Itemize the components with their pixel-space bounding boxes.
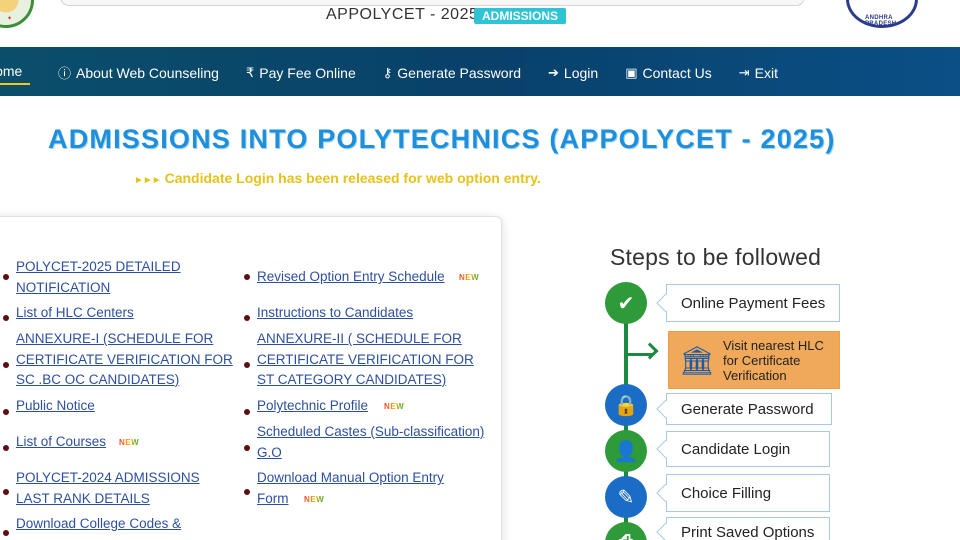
nav-label: Contact Us [642, 64, 712, 81]
link-list-of-courses[interactable]: List of Courses [16, 432, 126, 453]
link-public-notice[interactable]: Public Notice [16, 396, 216, 417]
nav-label: Login [563, 64, 599, 81]
bullet-icon [244, 489, 250, 495]
left-logo: ✦ [0, 0, 34, 28]
edit-icon: ✎ [605, 476, 647, 518]
admissions-badge: ADMISSIONS [474, 8, 567, 24]
sign-in-icon: ➔ [548, 64, 559, 80]
steps-title: Steps to be followed [610, 244, 822, 270]
nav-label: Exit [754, 64, 778, 81]
bullet-icon [3, 274, 9, 280]
step-visit-hlc: 🏛 Visit nearest HLC for Certificate Veri… [668, 331, 840, 389]
nav-login[interactable]: ➔ Login [548, 63, 598, 82]
nav-home-active-indicator [0, 83, 30, 85]
link-hlc-centers[interactable]: List of HLC Centers [16, 303, 216, 324]
step-label: Candidate Login [681, 440, 791, 458]
nav-contact-us[interactable]: ▣ Contact Us [625, 63, 712, 82]
step-label: Print Saved Options [681, 523, 815, 540]
page-title: ADMISSIONS INTO POLYTECHNICS (APPOLYCET … [48, 124, 836, 154]
header-title: APPOLYCET - 2025 [326, 6, 479, 23]
step-label: Generate Password [681, 400, 814, 418]
bullet-icon [3, 315, 9, 321]
new-badge: NEW [459, 273, 480, 282]
link-download-manual-option-entry-form[interactable]: Download Manual Option Entry Form [257, 468, 457, 509]
step-label: Visit nearest HLC for Certificate Verifi… [723, 337, 824, 383]
link-instructions-to-candidates[interactable]: Instructions to Candidates [257, 303, 457, 324]
step-label: Choice Filling [681, 484, 772, 502]
contact-card-icon: ▣ [625, 64, 638, 80]
marquee-text[interactable]: Candidate Login has been released for we… [165, 170, 541, 186]
nav-items: ⓘ About Web Counseling ₹ Pay Fee Online … [58, 63, 778, 82]
new-badge: NEW [384, 402, 405, 411]
nav-label: Pay Fee Online [259, 64, 356, 81]
bullet-icon [244, 445, 250, 451]
check-icon: ✔ [605, 282, 647, 324]
sign-out-icon: ⇥ [738, 64, 750, 80]
bullet-icon [3, 445, 9, 451]
nav-home-label: Home [0, 63, 23, 79]
bullet-icon [244, 274, 250, 280]
step-choice-filling: Choice Filling [666, 474, 830, 512]
info-icon: ⓘ [58, 66, 72, 81]
link-sc-sub-classification-go[interactable]: Scheduled Castes (Sub-classification) G.… [257, 422, 487, 463]
nav-label: About Web Counseling [76, 64, 219, 81]
bullet-icon [3, 530, 9, 536]
right-logo: ANDHRA PRADESH [846, 0, 918, 28]
rupee-icon: ₹ [245, 64, 255, 80]
link-polytechnic-profile[interactable]: Polytechnic Profile [257, 396, 382, 417]
marquee-arrows: ►►► [134, 175, 162, 186]
new-badge: NEW [304, 495, 325, 504]
nav-about-web-counseling[interactable]: ⓘ About Web Counseling [58, 63, 219, 82]
link-annexure-1[interactable]: ANNEXURE-I (SCHEDULE FOR CERTIFICATE VER… [16, 329, 234, 391]
main-nav: Home ⓘ About Web Counseling ₹ Pay Fee On… [0, 47, 960, 96]
link-polycet-2024-last-rank[interactable]: POLYCET-2024 ADMISSIONS LAST RANK DETAIL… [16, 468, 231, 509]
nav-exit[interactable]: ⇥ Exit [739, 63, 778, 82]
nav-pay-fee-online[interactable]: ₹ Pay Fee Online [246, 63, 356, 82]
bullet-icon [244, 362, 250, 368]
link-revised-option-entry-schedule[interactable]: Revised Option Entry Schedule [257, 267, 452, 288]
new-badge: NEW [119, 438, 140, 447]
step-online-payment-fees: Online Payment Fees [666, 284, 840, 322]
link-download-college-codes[interactable]: Download College Codes & [16, 514, 231, 535]
links-panel: POLYCET-2025 DETAILED NOTIFICATION List … [0, 216, 502, 540]
step-generate-password: Generate Password [666, 393, 832, 425]
lock-icon: 🔒 [605, 384, 647, 426]
bank-icon: 🏛 [679, 344, 715, 376]
step-label: Online Payment Fees [681, 294, 826, 312]
print-icon: ⎙ [605, 522, 647, 540]
nav-home[interactable]: Home [0, 63, 30, 85]
bullet-icon [244, 315, 250, 321]
link-polycet-notification[interactable]: POLYCET-2025 DETAILED NOTIFICATION [16, 257, 216, 298]
right-logo-text: ANDHRA PRADESH [865, 15, 897, 27]
key-icon: ⚷ [382, 64, 393, 80]
bullet-icon [3, 489, 9, 495]
branch-arrow-icon [641, 342, 659, 360]
link-annexure-2[interactable]: ANNEXURE-II ( SCHEDULE FOR CERTIFICATE V… [257, 329, 482, 391]
bullet-icon [3, 409, 9, 415]
left-logo-mark: ✦ [7, 16, 13, 22]
bullet-icon [3, 362, 9, 368]
user-icon: 👤 [605, 430, 647, 472]
nav-generate-password[interactable]: ⚷ Generate Password [383, 63, 521, 82]
header: ✦ APPOLYCET - 2025 ADMISSIONS ANDHRA PRA… [0, 0, 960, 47]
step-print-saved-options: Print Saved Options [666, 517, 830, 540]
bullet-icon [244, 409, 250, 415]
step-candidate-login: Candidate Login [666, 431, 830, 467]
nav-label: Generate Password [397, 64, 522, 81]
announcement-marquee: ►►► Candidate Login has been released fo… [134, 170, 541, 186]
